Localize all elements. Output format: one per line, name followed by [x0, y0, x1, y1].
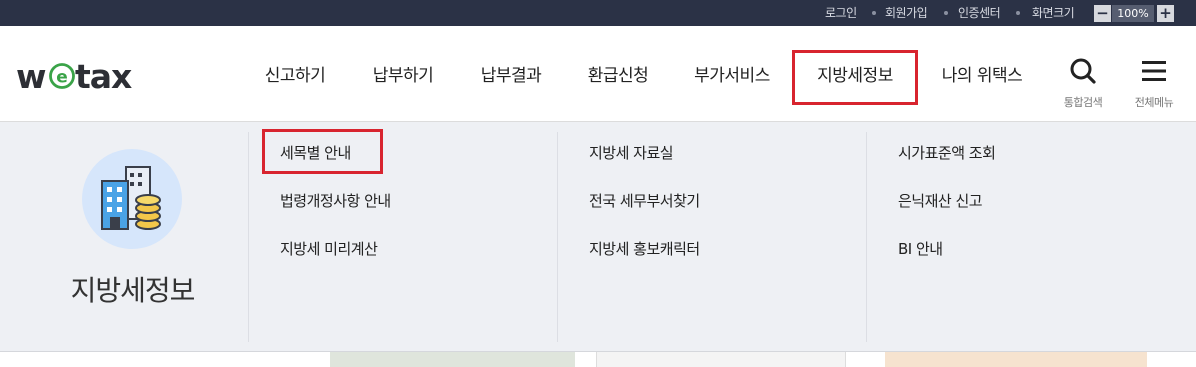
submenu-highlight [262, 129, 383, 174]
content-box-peek [596, 352, 846, 367]
submenu-tax-library[interactable]: 지방세 자료실 [589, 142, 674, 163]
submenu-bi-guide[interactable]: BI 안내 [898, 238, 943, 259]
gnb-item-my-wetax[interactable]: 나의 위택스 [922, 26, 1042, 122]
integrated-search-button[interactable]: 통합검색 [1053, 56, 1113, 110]
site-header: w e tax 신고하기 납부하기 납부결과 환급신청 부가서비스 지방세정보 … [0, 26, 1196, 122]
svg-text:w: w [16, 57, 46, 96]
hamburger-menu-icon [1142, 61, 1166, 81]
building-coins-icon [101, 166, 161, 230]
submenu-find-tax-office[interactable]: 전국 세무부서찾기 [589, 190, 700, 211]
top-utility-bar: 로그인 회원가입 인증센터 화면크기 − 100% + [0, 0, 1196, 26]
gnb-item-pay[interactable]: 납부하기 [353, 26, 453, 122]
svg-text:tax: tax [75, 57, 132, 96]
search-label: 통합검색 [1063, 96, 1103, 109]
signup-link[interactable]: 회원가입 [885, 0, 928, 26]
gnb-item-report[interactable]: 신고하기 [245, 26, 345, 122]
active-menu-highlight [792, 50, 918, 105]
zoom-in-button[interactable]: + [1157, 5, 1174, 22]
zoom-value: 100% [1112, 5, 1154, 22]
zoom-label: 화면크기 [1032, 6, 1075, 20]
dropdown-panel: 지방세정보 세목별 안내 법령개정사항 안내 지방세 미리계산 지방세 자료실 … [0, 122, 1196, 352]
cert-center-link[interactable]: 인증센터 [958, 0, 1001, 26]
separator-dot [872, 11, 876, 15]
gnb-item-extra-services[interactable]: 부가서비스 [672, 26, 792, 122]
gnb-item-refund[interactable]: 환급신청 [568, 26, 668, 122]
content-banner-peek [885, 352, 1147, 367]
column-divider [248, 132, 249, 342]
column-divider [866, 132, 867, 342]
submenu-hidden-asset-report[interactable]: 은닉재산 신고 [898, 190, 983, 211]
all-menu-button[interactable]: 전체메뉴 [1124, 56, 1184, 110]
login-link[interactable]: 로그인 [825, 0, 857, 26]
wetax-logo[interactable]: w e tax [16, 56, 156, 96]
dropdown-title: 지방세정보 [70, 274, 196, 307]
separator-dot [1016, 11, 1020, 15]
content-image-peek [330, 352, 575, 367]
svg-text:e: e [56, 68, 68, 88]
search-icon [1070, 58, 1096, 84]
zoom-out-button[interactable]: − [1094, 5, 1111, 22]
submenu-standard-price-lookup[interactable]: 시가표준액 조회 [898, 142, 996, 163]
menu-label: 전체메뉴 [1134, 96, 1174, 109]
submenu-law-changes[interactable]: 법령개정사항 안내 [280, 190, 391, 211]
separator-dot [944, 11, 948, 15]
column-divider [557, 132, 558, 342]
submenu-tax-mascot[interactable]: 지방세 홍보캐릭터 [589, 238, 700, 259]
submenu-tax-calculator[interactable]: 지방세 미리계산 [280, 238, 378, 259]
gnb-item-pay-result[interactable]: 납부결과 [461, 26, 561, 122]
category-illustration [82, 149, 182, 249]
